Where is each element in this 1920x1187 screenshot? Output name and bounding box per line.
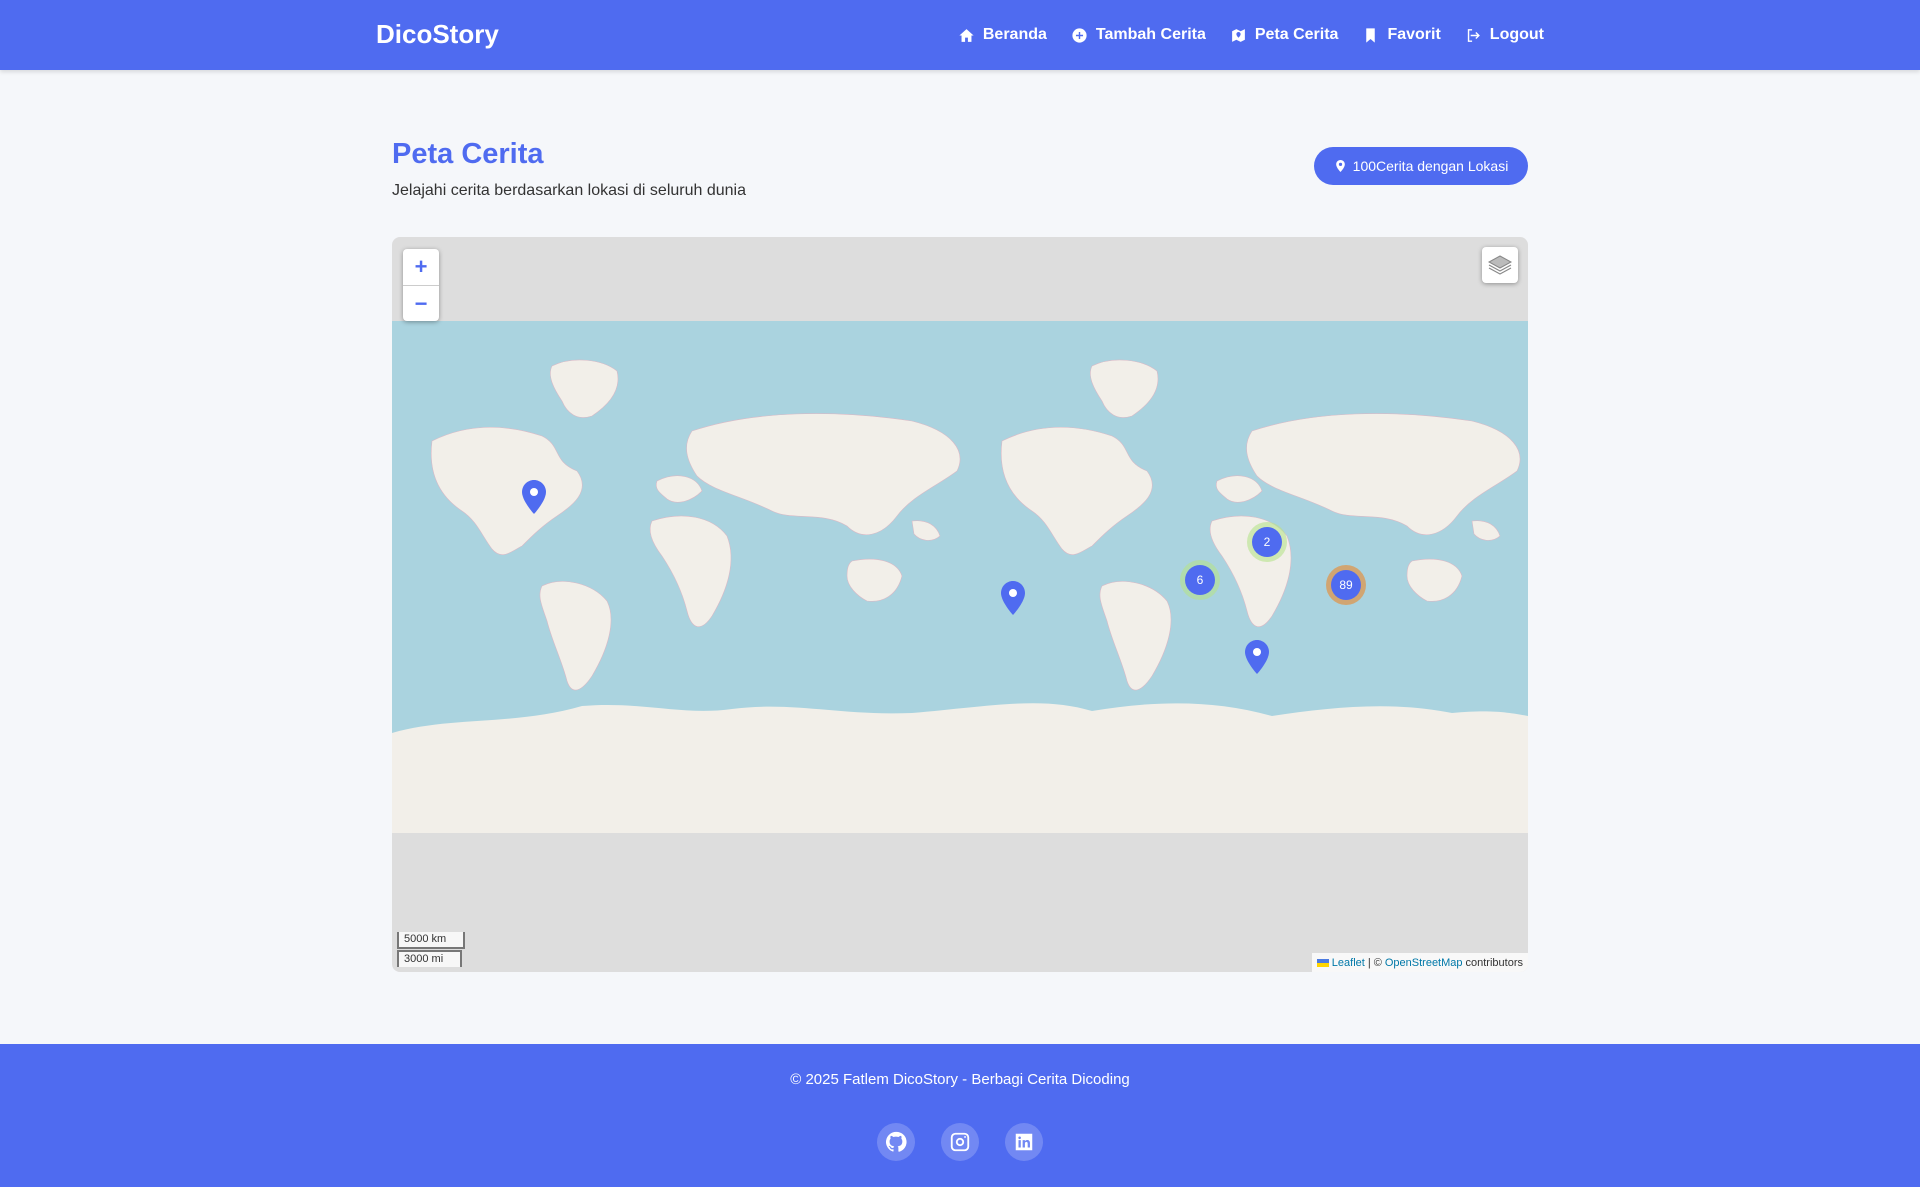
leaflet-link[interactable]: Leaflet (1332, 957, 1365, 969)
nav-label: Tambah Cerita (1095, 26, 1206, 43)
nav-item-peta-cerita[interactable]: Peta Cerita (1230, 26, 1339, 44)
page-subtitle: Jelajahi cerita berdasarkan lokasi di se… (392, 182, 746, 199)
zoom-out-button[interactable]: − (403, 285, 439, 321)
home-icon (959, 28, 974, 42)
github-link[interactable] (877, 1123, 915, 1161)
cluster-count: 6 (1185, 565, 1215, 595)
attribution-contributors: contributors (1465, 956, 1523, 969)
story-count-badge: 100Cerita dengan Lokasi (1314, 147, 1528, 185)
map-scale: 5000 km 3000 mi (397, 931, 465, 967)
map-pin-icon (1335, 160, 1345, 172)
zoom-in-button[interactable]: + (403, 249, 439, 285)
instagram-link[interactable] (941, 1123, 979, 1161)
nav-label: Beranda (982, 26, 1047, 43)
nav-item-beranda[interactable]: Beranda (958, 26, 1047, 44)
nav-item-tambah-cerita[interactable]: Tambah Cerita (1071, 26, 1206, 44)
cluster-count: 2 (1252, 527, 1282, 557)
logout-icon (1467, 28, 1480, 42)
map-icon (1231, 28, 1245, 42)
linkedin-icon (1015, 1133, 1033, 1151)
map-marker[interactable] (1001, 581, 1025, 615)
social-links (0, 1123, 1920, 1161)
plus-circle-icon (1072, 27, 1087, 43)
attribution-separator: | © (1367, 956, 1382, 969)
map-attribution: Leaflet | © OpenStreetMap contributors (1311, 953, 1528, 972)
bookmark-icon (1366, 27, 1376, 43)
zoom-control: + − (403, 249, 439, 321)
nav-label: Peta Cerita (1254, 26, 1339, 43)
marker-cluster[interactable]: 2 (1247, 522, 1287, 562)
badge-label: 100Cerita dengan Lokasi (1352, 158, 1509, 174)
footer-copyright: © 2025 Fatlem DicoStory - Berbagi Cerita… (790, 1071, 1130, 1088)
main-nav: Beranda Tambah Cerita Peta Cerita Favori… (958, 0, 1544, 70)
linkedin-link[interactable] (1005, 1123, 1043, 1161)
navbar: DicoStory Beranda Tambah Cerita Peta Cer… (0, 0, 1920, 70)
footer: © 2025 Fatlem DicoStory - Berbagi Cerita… (0, 1044, 1920, 1187)
osm-link[interactable]: OpenStreetMap (1385, 957, 1463, 969)
nav-item-favorit[interactable]: Favorit (1362, 26, 1441, 44)
nav-label: Favorit (1387, 26, 1441, 43)
ukraine-flag-icon (1316, 958, 1329, 967)
scale-mi: 3000 mi (397, 950, 462, 967)
brand-logo[interactable]: DicoStory (376, 19, 499, 50)
nav-item-logout[interactable]: Logout (1465, 26, 1544, 44)
cluster-count: 89 (1331, 570, 1361, 600)
layers-button[interactable] (1482, 247, 1518, 283)
marker-cluster[interactable]: 6 (1180, 560, 1220, 600)
story-map[interactable]: 2 6 89 + − 5000 km 3000 mi Leaflet | © O… (392, 237, 1528, 972)
nav-label: Logout (1489, 26, 1544, 43)
map-marker[interactable] (522, 480, 546, 514)
github-icon (885, 1131, 907, 1152)
instagram-icon (950, 1132, 970, 1152)
scale-km: 5000 km (397, 932, 465, 949)
layers-icon (1487, 255, 1513, 275)
marker-cluster[interactable]: 89 (1326, 565, 1366, 605)
page-title: Peta Cerita (392, 138, 544, 170)
map-marker[interactable] (1245, 640, 1269, 674)
